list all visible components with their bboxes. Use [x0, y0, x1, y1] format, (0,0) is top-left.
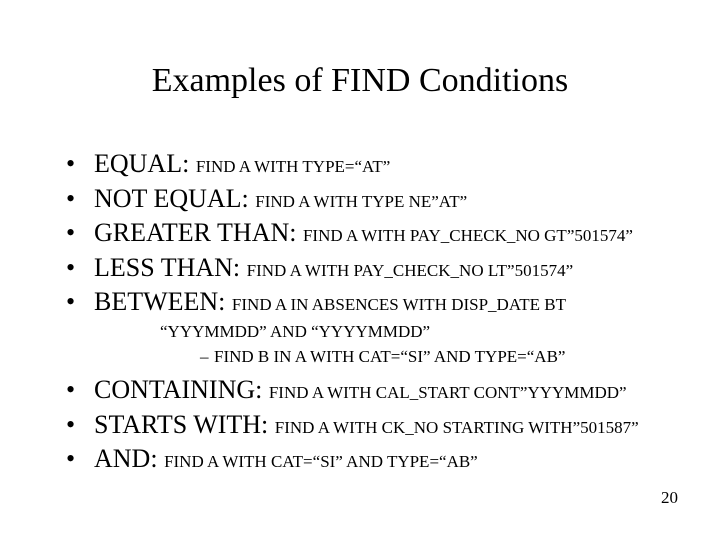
- item-lead: NOT EQUAL:: [94, 184, 255, 213]
- list-item: GREATER THAN: FIND A WITH PAY_CHECK_NO G…: [66, 217, 670, 250]
- bullet-list-2: CONTAINING: FIND A WITH CAL_START CONT”Y…: [66, 374, 670, 476]
- item-code: FIND A IN ABSENCES WITH DISP_DATE BT: [232, 295, 566, 314]
- item-code: FIND A WITH CAT=“SI” AND TYPE=“AB”: [164, 452, 478, 471]
- bullet-list-1: EQUAL: FIND A WITH TYPE=“AT” NOT EQUAL: …: [66, 148, 670, 319]
- between-continuation: “YYYMMDD” AND “YYYYMMDD”: [160, 321, 670, 343]
- item-code: FIND A WITH TYPE=“AT”: [196, 157, 391, 176]
- dash-icon: –: [200, 345, 214, 369]
- item-lead: LESS THAN:: [94, 253, 247, 282]
- item-lead: BETWEEN:: [94, 287, 232, 316]
- item-lead: CONTAINING:: [94, 375, 269, 404]
- slide-body: EQUAL: FIND A WITH TYPE=“AT” NOT EQUAL: …: [66, 148, 670, 478]
- slide: Examples of FIND Conditions EQUAL: FIND …: [0, 0, 720, 540]
- list-item: CONTAINING: FIND A WITH CAL_START CONT”Y…: [66, 374, 670, 407]
- item-code: FIND A WITH TYPE NE”AT”: [255, 192, 467, 211]
- list-item: STARTS WITH: FIND A WITH CK_NO STARTING …: [66, 409, 670, 442]
- item-code: FIND A WITH CAL_START CONT”YYYMMDD”: [269, 383, 627, 402]
- item-code: FIND A WITH CK_NO STARTING WITH”501587”: [275, 418, 639, 437]
- item-lead: STARTS WITH:: [94, 410, 275, 439]
- page-number: 20: [661, 488, 678, 508]
- item-code: FIND A WITH PAY_CHECK_NO GT”501574”: [303, 226, 633, 245]
- slide-title: Examples of FIND Conditions: [0, 62, 720, 100]
- list-item: NOT EQUAL: FIND A WITH TYPE NE”AT”: [66, 183, 670, 216]
- list-item: LESS THAN: FIND A WITH PAY_CHECK_NO LT”5…: [66, 252, 670, 285]
- item-lead: EQUAL:: [94, 149, 196, 178]
- item-lead: GREATER THAN:: [94, 218, 303, 247]
- item-lead: AND:: [94, 444, 164, 473]
- subitem-text: FIND B IN A WITH CAT=“SI” AND TYPE=“AB”: [214, 347, 565, 366]
- list-item: AND: FIND A WITH CAT=“SI” AND TYPE=“AB”: [66, 443, 670, 476]
- between-subitem: –FIND B IN A WITH CAT=“SI” AND TYPE=“AB”: [200, 345, 670, 369]
- list-item: BETWEEN: FIND A IN ABSENCES WITH DISP_DA…: [66, 286, 670, 319]
- item-code: FIND A WITH PAY_CHECK_NO LT”501574”: [247, 261, 574, 280]
- list-item: EQUAL: FIND A WITH TYPE=“AT”: [66, 148, 670, 181]
